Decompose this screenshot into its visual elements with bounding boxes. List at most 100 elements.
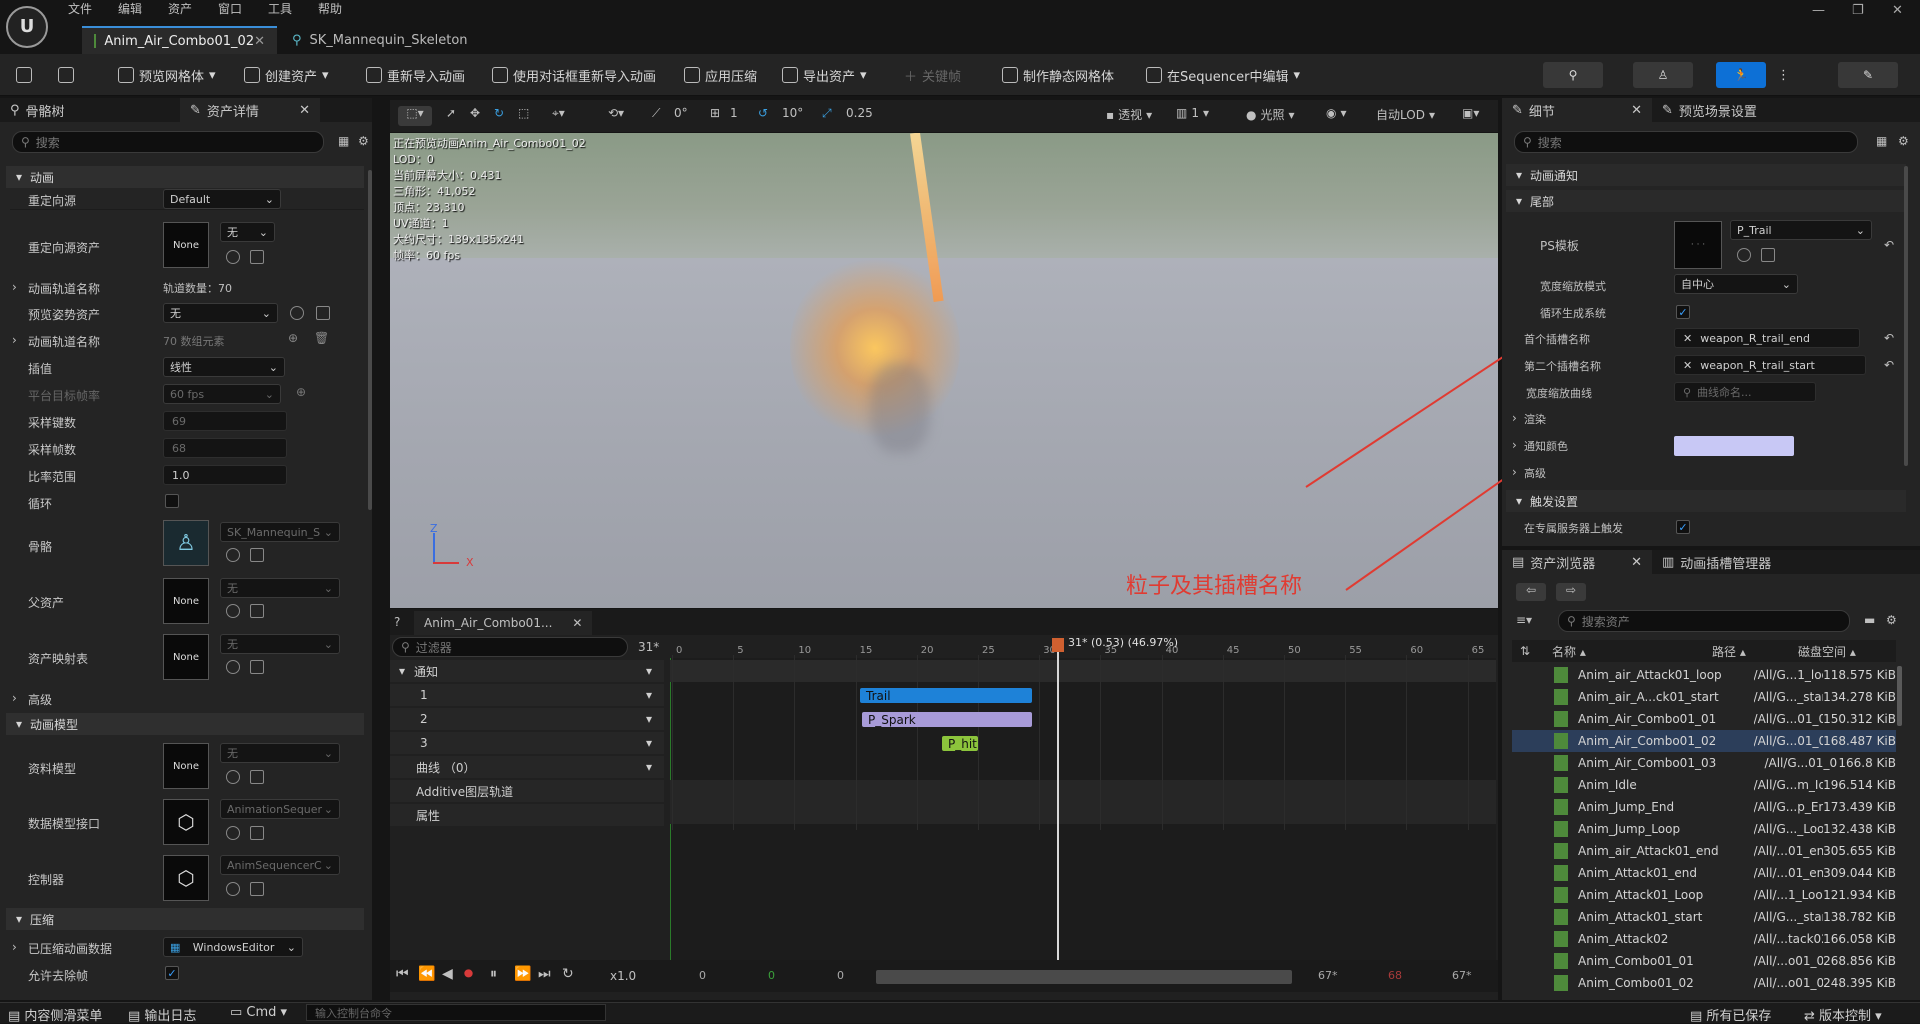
browse-icon[interactable]: [1761, 248, 1775, 262]
menu-help[interactable]: 帮助: [318, 0, 342, 17]
rotate-icon[interactable]: ↻: [494, 106, 504, 120]
chevron-right-icon[interactable]: ›: [12, 333, 17, 347]
notify-p-spark[interactable]: P_Spark: [862, 712, 1032, 727]
asset-row[interactable]: Anim_Air_Combo01_03/All/G...01_03 166.8 K…: [1512, 752, 1896, 774]
grid-icon[interactable]: ⊞: [710, 106, 720, 120]
chevron-down-icon[interactable]: ▾: [646, 760, 652, 774]
browse-icon[interactable]: [250, 604, 264, 618]
controller-combo[interactable]: AnimSequencerC ⌄: [220, 855, 340, 875]
make-static-mesh-button[interactable]: 制作静态网格体: [1002, 62, 1114, 88]
browse-icon[interactable]: [250, 250, 264, 264]
rotation-snap-icon[interactable]: ↺: [758, 106, 768, 120]
browse-icon[interactable]: [250, 548, 264, 562]
scale-snap-icon[interactable]: ⤢: [822, 106, 832, 121]
coordinate-icon[interactable]: ⌖▾: [552, 106, 565, 121]
skeleton-thumbnail[interactable]: ♙: [163, 520, 209, 566]
save-button[interactable]: [16, 62, 32, 88]
advanced-label[interactable]: 高级: [1524, 465, 1546, 481]
width-curve-field[interactable]: ⚲ 曲线命名...: [1674, 382, 1816, 402]
screen-icon[interactable]: ▣▾: [1462, 106, 1479, 120]
track-2[interactable]: 2 ▾: [390, 708, 664, 730]
asset-search-input[interactable]: ⚲ 搜索资产: [1558, 610, 1850, 632]
grid-snap-icon[interactable]: ⟋: [652, 106, 660, 121]
create-asset-button[interactable]: 创建资产 ▾: [244, 62, 329, 88]
asset-map-thumbnail[interactable]: None: [163, 634, 209, 680]
content-drawer-button[interactable]: ▤ 内容侧滑菜单: [8, 1005, 102, 1024]
allow-strip-checkbox[interactable]: ✓: [165, 966, 179, 980]
menu-window[interactable]: 窗口: [218, 0, 242, 17]
column-name[interactable]: 名称 ▴: [1552, 643, 1712, 660]
data-model-combo[interactable]: 无 ⌄: [220, 743, 340, 763]
skeleton-mode-button[interactable]: ⚲: [1543, 62, 1603, 88]
asset-scrollbar[interactable]: [1897, 666, 1902, 726]
cmd-button[interactable]: ▭ Cmd ▾: [230, 1005, 287, 1020]
add-icon[interactable]: ⊕: [296, 385, 306, 399]
notify-color-swatch[interactable]: [1674, 436, 1794, 456]
back-arrow-icon[interactable]: ⇦: [1516, 583, 1546, 601]
chevron-right-icon[interactable]: ›: [1512, 465, 1517, 479]
gear-icon[interactable]: ⚙: [1886, 613, 1897, 627]
recycle-checkbox[interactable]: ✓: [1676, 305, 1690, 319]
restore-icon[interactable]: ❐: [1852, 3, 1864, 18]
snap-value[interactable]: 0°: [674, 106, 688, 120]
clear-icon[interactable]: ✕: [1683, 332, 1692, 345]
unreal-logo-icon[interactable]: U: [6, 6, 48, 48]
tab-skeleton-tree[interactable]: ⚲ 骨骼树: [0, 98, 180, 122]
view-start[interactable]: 0: [837, 969, 844, 982]
console-input[interactable]: 输入控制台命令: [306, 1004, 606, 1021]
track-notifies[interactable]: ▾ 通知 ▾: [390, 660, 664, 682]
rotation-snap-value[interactable]: 10°: [782, 106, 803, 120]
scale-snap-value[interactable]: 0.25: [846, 106, 873, 120]
data-iface-combo[interactable]: AnimationSequer ⌄: [220, 799, 340, 819]
tab-anim-asset[interactable]: Anim_Air_Combo01_02 ✕: [82, 26, 277, 54]
asset-row[interactable]: Anim_Jump_Loop/All/G..._Loop132.438 KiB: [1512, 818, 1896, 840]
menu-edit[interactable]: 编辑: [118, 0, 142, 17]
chevron-down-icon[interactable]: ▾: [646, 712, 652, 726]
platform-rate-combo[interactable]: 60 fps ⌄: [163, 384, 281, 404]
loop-checkbox[interactable]: [165, 494, 179, 508]
export-asset-button[interactable]: 导出资产 ▾: [782, 62, 867, 88]
section-compression[interactable]: ▾ 压缩: [6, 908, 364, 930]
browse-icon[interactable]: [316, 306, 330, 320]
width-mode-combo[interactable]: 自中心 ⌄: [1674, 274, 1798, 294]
asset-row[interactable]: Anim_Attack01_start/All/G..._start138.78…: [1512, 906, 1896, 928]
lod-button[interactable]: 自动LOD ▾: [1376, 106, 1435, 123]
ps-template-thumbnail[interactable]: · · ·: [1674, 221, 1722, 269]
tab-skeleton[interactable]: ⚲ SK_Mannequin_Skeleton: [280, 26, 480, 54]
minimize-icon[interactable]: —: [1812, 3, 1825, 18]
viewport[interactable]: [390, 133, 1498, 608]
track-additive[interactable]: Additive图层轨道: [390, 780, 664, 802]
grid-value[interactable]: 1: [730, 106, 738, 120]
apply-compression-button[interactable]: 应用压缩: [684, 62, 757, 88]
use-selected-icon[interactable]: [290, 306, 304, 320]
edit-in-sequencer-button[interactable]: 在Sequencer中编辑 ▾: [1146, 62, 1300, 88]
chevron-down-icon[interactable]: ▾: [646, 688, 652, 702]
close-icon[interactable]: ✕: [299, 103, 310, 118]
close-icon[interactable]: ✕: [572, 616, 582, 630]
asset-row[interactable]: Anim_air_Attack01_loop/All/G...1_loop118…: [1512, 664, 1896, 686]
step-forward-icon[interactable]: ⏩: [514, 966, 531, 982]
use-selected-icon[interactable]: [226, 770, 240, 784]
use-selected-icon[interactable]: [226, 250, 240, 264]
play-reverse-icon[interactable]: ◀: [442, 966, 453, 982]
move-icon[interactable]: ✥: [470, 106, 480, 120]
use-selected-icon[interactable]: [226, 826, 240, 840]
asset-row[interactable]: Anim_Air_Combo01_02/All/G...01_02168.487…: [1512, 730, 1896, 752]
reset-icon[interactable]: ↶: [1884, 331, 1894, 345]
filter-icon[interactable]: ≡▾: [1516, 613, 1532, 627]
render-label[interactable]: 渲染: [1524, 411, 1546, 427]
first-socket-field[interactable]: ✕ weapon_R_trail_end: [1674, 328, 1860, 348]
tab-preview-scene[interactable]: ✎ 预览场景设置: [1652, 98, 1832, 122]
asset-row[interactable]: Anim_Idle/All/G...m_Idle196.514 KiB: [1512, 774, 1896, 796]
gear-icon[interactable]: ⚙: [1898, 134, 1909, 148]
timeline-scrollbar[interactable]: [876, 970, 1292, 984]
work-end[interactable]: 68: [1388, 969, 1402, 982]
save-all-status[interactable]: ▤ 所有已保存: [1690, 1005, 1771, 1024]
asset-row[interactable]: Anim_Attack01_Loop/All/...1_Loop 121.934 …: [1512, 884, 1896, 906]
step-back-icon[interactable]: ⏪: [418, 966, 435, 982]
chevron-right-icon[interactable]: ›: [1512, 438, 1517, 452]
advanced-label[interactable]: 高级: [28, 691, 52, 708]
section-anim-notify[interactable]: ▾ 动画通知: [1506, 164, 1906, 186]
trash-icon[interactable]: 🗑: [314, 331, 329, 345]
column-icon[interactable]: ⇅: [1520, 644, 1552, 658]
